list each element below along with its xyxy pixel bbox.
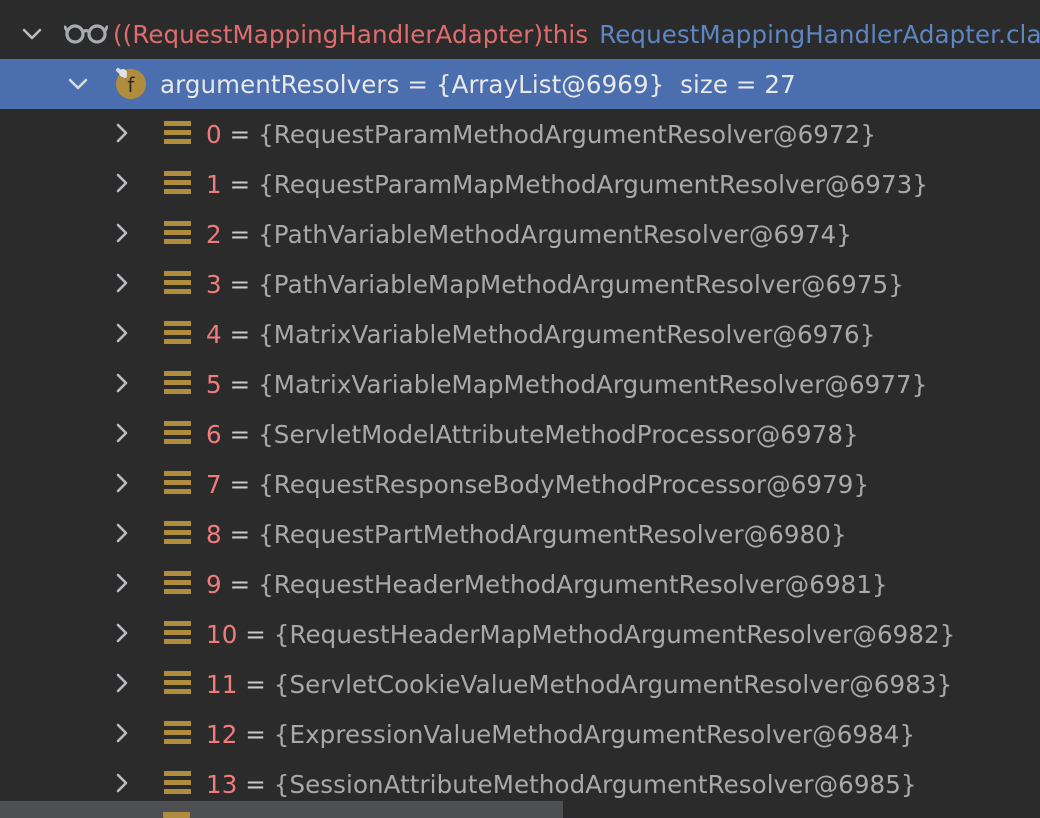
item-equals: = — [221, 569, 259, 599]
tree-node-item[interactable]: 4 = {MatrixVariableMethodArgumentResolve… — [0, 309, 1040, 359]
chevron-right-icon[interactable] — [111, 122, 133, 144]
tree-node-item[interactable]: 6 = {ServletModelAttributeMethodProcesso… — [0, 409, 1040, 459]
item-index: 10 — [206, 619, 238, 649]
field-f-icon: f — [113, 65, 147, 99]
chevron-right-icon[interactable] — [111, 272, 133, 294]
list-item-icon — [164, 420, 191, 446]
item-index: 12 — [206, 719, 238, 749]
tree-node-item[interactable]: 0 = {RequestParamMethodArgumentResolver@… — [0, 109, 1040, 159]
item-equals: = — [221, 319, 259, 349]
horizontal-scrollbar[interactable] — [0, 801, 563, 818]
item-value: {ExpressionValueMethodArgumentResolver@6… — [273, 719, 916, 749]
item-value: {ServletModelAttributeMethodProcessor@69… — [258, 419, 859, 449]
field-size: size = 27 — [664, 69, 796, 99]
list-item-icon — [164, 470, 191, 496]
watch-glasses-icon — [63, 21, 109, 51]
item-index: 2 — [206, 219, 222, 249]
list-item-icon — [164, 270, 191, 296]
list-item-icon — [164, 170, 191, 196]
tree-node-item[interactable]: 5 = {MatrixVariableMapMethodArgumentReso… — [0, 359, 1040, 409]
list-item-icon — [164, 370, 191, 396]
list-item-icon — [164, 220, 191, 246]
item-value: {PathVariableMethodArgumentResolver@6974… — [258, 219, 852, 249]
item-index: 5 — [206, 369, 222, 399]
item-equals: = — [221, 119, 259, 149]
item-index: 8 — [206, 519, 222, 549]
list-item-icon — [163, 812, 190, 818]
field-value: {ArrayList@6969} — [435, 69, 665, 99]
item-index: 4 — [206, 319, 222, 349]
list-item-icon — [164, 720, 191, 746]
item-equals: = — [237, 719, 274, 749]
item-value: {RequestHeaderMethodArgumentResolver@698… — [258, 569, 888, 599]
tree-node-item[interactable]: 8 = {RequestPartMethodArgumentResolver@6… — [0, 509, 1040, 559]
chevron-right-icon[interactable] — [111, 422, 133, 444]
item-index: 7 — [206, 469, 222, 499]
chevron-right-icon[interactable] — [111, 372, 133, 394]
item-equals: = — [221, 469, 259, 499]
tree-node-item[interactable]: 10 = {RequestHeaderMapMethodArgumentReso… — [0, 609, 1040, 659]
item-equals: = — [221, 169, 259, 199]
item-equals: = — [221, 219, 259, 249]
item-value: {MatrixVariableMapMethodArgumentResolver… — [258, 369, 928, 399]
item-equals: = — [237, 769, 274, 799]
item-equals: = — [221, 519, 259, 549]
chevron-right-icon[interactable] — [111, 222, 133, 244]
item-value: {RequestResponseBodyMethodProcessor@6979… — [258, 469, 870, 499]
chevron-right-icon[interactable] — [111, 322, 133, 344]
list-item-icon — [164, 620, 191, 646]
item-value: {SessionAttributeMethodArgumentResolver@… — [273, 769, 917, 799]
list-item-icon — [164, 770, 191, 796]
chevron-right-icon[interactable] — [111, 572, 133, 594]
tree-node-this[interactable]: ((RequestMappingHandlerAdapter)this Requ… — [0, 9, 1040, 59]
chevron-right-icon[interactable] — [111, 172, 133, 194]
item-value: {RequestPartMethodArgumentResolver@6980} — [258, 519, 847, 549]
debugger-variables-tree: ((RequestMappingHandlerAdapter)this Requ… — [0, 0, 1040, 818]
tree-node-item[interactable]: 12 = {ExpressionValueMethodArgumentResol… — [0, 709, 1040, 759]
list-item-icon — [164, 570, 191, 596]
tree-node-item[interactable]: 11 = {ServletCookieValueMethodArgumentRe… — [0, 659, 1040, 709]
item-index: 0 — [206, 119, 222, 149]
item-equals: = — [221, 419, 259, 449]
item-value: {PathVariableMapMethodArgumentResolver@6… — [258, 269, 904, 299]
root-cast-expression: ((RequestMappingHandlerAdapter)this — [113, 19, 589, 49]
item-index: 1 — [206, 169, 222, 199]
chevron-right-icon[interactable] — [111, 722, 133, 744]
item-value: {RequestParamMethodArgumentResolver@6972… — [258, 119, 877, 149]
tree-node-item[interactable]: 2 = {PathVariableMethodArgumentResolver@… — [0, 209, 1040, 259]
item-equals: = — [221, 369, 259, 399]
list-item-icon — [164, 520, 191, 546]
tree-node-item[interactable]: 3 = {PathVariableMapMethodArgumentResolv… — [0, 259, 1040, 309]
item-value: {MatrixVariableMethodArgumentResolver@69… — [258, 319, 876, 349]
chevron-down-icon[interactable] — [67, 73, 89, 95]
field-name: argumentResolvers — [160, 69, 400, 99]
field-equals: = — [399, 69, 436, 99]
item-equals: = — [237, 619, 274, 649]
tree-node-item[interactable]: 9 = {RequestHeaderMethodArgumentResolver… — [0, 559, 1040, 609]
svg-text:f: f — [127, 73, 135, 97]
chevron-down-icon[interactable] — [21, 23, 43, 45]
chevron-right-icon[interactable] — [111, 472, 133, 494]
item-value: {RequestHeaderMapMethodArgumentResolver@… — [273, 619, 956, 649]
chevron-right-icon[interactable] — [111, 672, 133, 694]
item-index: 3 — [206, 269, 222, 299]
list-item-icon — [164, 320, 191, 346]
item-equals: = — [221, 269, 259, 299]
item-index: 6 — [206, 419, 222, 449]
item-value: {ServletCookieValueMethodArgumentResolve… — [273, 669, 953, 699]
chevron-right-icon[interactable] — [111, 622, 133, 644]
item-equals: = — [237, 669, 274, 699]
tree-node-argument-resolvers[interactable]: f argumentResolvers = {ArrayList@6969} s… — [0, 59, 1040, 109]
item-index: 13 — [206, 769, 238, 799]
root-class-name: RequestMappingHandlerAdapter.cla — [599, 19, 1040, 49]
list-item-icon — [164, 120, 191, 146]
item-index: 11 — [206, 669, 238, 699]
item-value: {RequestParamMapMethodArgumentResolver@6… — [258, 169, 929, 199]
item-index: 9 — [206, 569, 222, 599]
tree-node-item[interactable]: 7 = {RequestResponseBodyMethodProcessor@… — [0, 459, 1040, 509]
list-item-icon — [164, 670, 191, 696]
chevron-right-icon[interactable] — [111, 772, 133, 794]
tree-node-item[interactable]: 1 = {RequestParamMapMethodArgumentResolv… — [0, 159, 1040, 209]
chevron-right-icon[interactable] — [111, 522, 133, 544]
